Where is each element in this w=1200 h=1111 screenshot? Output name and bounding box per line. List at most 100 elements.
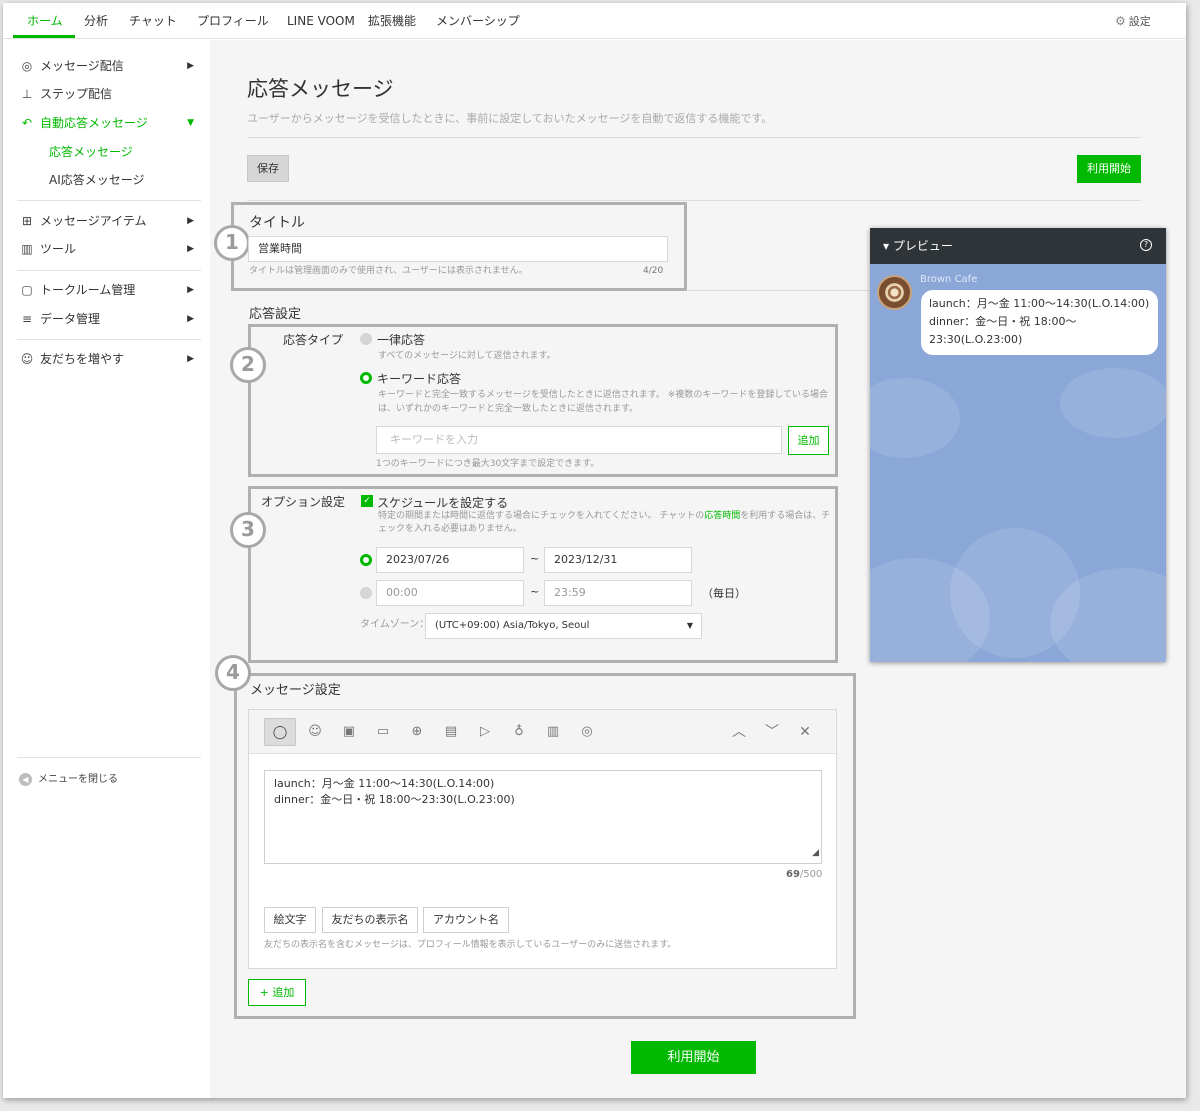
start-date-input[interactable]: 2023/07/26 — [376, 547, 524, 573]
microphone-icon[interactable]: ♁ — [503, 718, 535, 746]
radio-all-response[interactable] — [360, 333, 372, 345]
counter-used: 69 — [786, 869, 800, 880]
option-keyword-response-label[interactable]: キーワード応答 — [377, 370, 461, 387]
radio-time-range[interactable] — [360, 587, 372, 599]
sidebar-item-talk-room[interactable]: ▢ トークルーム管理 ▶ — [19, 280, 194, 300]
header-divider — [247, 137, 1141, 138]
start-using-button-bottom[interactable]: 利用開始 — [631, 1041, 756, 1074]
message-line: dinner：金～日・祝 18:00～23:30(L.O.23:00) — [274, 793, 515, 806]
sidebar-subitem-ai-response[interactable]: AI応答メッセージ — [49, 172, 145, 188]
date-range-separator: ~ — [530, 552, 540, 565]
survey-icon[interactable]: ▥ — [537, 718, 569, 746]
schedule-checkbox-label[interactable]: スケジュールを設定する — [377, 494, 508, 511]
add-message-button[interactable]: + 追加 — [248, 979, 306, 1006]
sticker-icon[interactable]: ☺ — [299, 718, 331, 746]
compass-icon[interactable]: ◎ — [571, 718, 603, 746]
annotation-badge-4: 4 — [215, 655, 251, 691]
end-date-input[interactable]: 2023/12/31 — [544, 547, 692, 573]
preview-header[interactable]: ▾ プレビュー ? — [870, 228, 1166, 264]
timezone-label: タイムゾーン： — [360, 619, 430, 630]
chevron-right-icon: ▶ — [187, 216, 194, 226]
store-icon: ▥ — [21, 242, 33, 256]
start-using-button-top[interactable]: 利用開始 — [1077, 155, 1141, 183]
bubble-line: launch：月～金 11:00～14:30(L.O.14:00) — [929, 297, 1150, 310]
save-button[interactable]: 保存 — [247, 155, 289, 182]
start-time-input[interactable]: 00:00 — [376, 580, 524, 606]
sidebar-item-auto-response[interactable]: ↶ 自動応答メッセージ ▼ — [19, 113, 194, 133]
schedule-checkbox[interactable]: ✓ — [361, 495, 373, 507]
response-time-link[interactable]: 応答時間 — [704, 511, 740, 521]
sidebar-item-label: メッセージアイテム — [40, 214, 147, 228]
chevron-down-icon: ▼ — [686, 621, 693, 630]
add-keyword-button[interactable]: 追加 — [788, 426, 829, 455]
resize-handle-icon[interactable]: ◢ — [812, 845, 819, 861]
background-cloud — [870, 378, 960, 458]
coupon-icon[interactable]: ▭ — [367, 718, 399, 746]
bubble-line: 23:30(L.O.23:00) — [929, 333, 1023, 346]
radio-date-range[interactable] — [360, 554, 372, 566]
option-all-response-label[interactable]: 一律応答 — [377, 331, 425, 348]
tab-membership[interactable]: メンバーシップ — [436, 3, 520, 39]
tab-analytics[interactable]: 分析 — [84, 3, 108, 39]
video-frame-icon[interactable]: ▤ — [435, 718, 467, 746]
sidebar: ◎ メッセージ配信 ▶ ⊥ ステップ配信 ↶ 自動応答メッセージ ▼ 応答メッセージ … — [3, 40, 210, 1098]
insert-hint: 友だちの表示名を含むメッセージは、プロフィール情報を表示しているユーザーのみに送… — [264, 940, 677, 950]
keyword-input[interactable]: キーワードを入力 — [376, 426, 782, 454]
radio-keyword-response[interactable] — [360, 372, 372, 384]
sidebar-item-add-friends[interactable]: ☺ 友だちを増やす ▶ — [19, 349, 194, 369]
settings-label: 設定 — [1128, 15, 1151, 28]
tab-chat[interactable]: チャット — [129, 3, 177, 39]
annotation-badge-2: 2 — [230, 347, 266, 383]
insert-emoji-button[interactable]: 絵文字 — [264, 907, 316, 933]
top-nav: ホーム 分析 チャット プロフィール LINE VOOM 拡張機能 メンバーシッ… — [3, 3, 1186, 39]
sidebar-item-label: ツール — [40, 242, 77, 256]
toolbar-divider — [247, 200, 1141, 201]
sidebar-item-label: メッセージ配信 — [40, 59, 124, 73]
rich-message-icon[interactable]: ⊕ — [401, 718, 433, 746]
sidebar-divider — [17, 270, 201, 271]
message-plus-icon: ⊞ — [21, 214, 33, 228]
sidebar-item-data-management[interactable]: ≡ データ管理 ▶ — [19, 309, 194, 329]
move-up-icon[interactable]: ︿ — [723, 718, 755, 746]
main-content: 応答メッセージ ユーザーからメッセージを受信したときに、事前に設定しておいたメッ… — [210, 40, 1186, 1098]
document-icon: ▢ — [21, 283, 33, 297]
message-settings-heading: メッセージ設定 — [250, 683, 341, 698]
timezone-select[interactable]: (UTC+09:00) Asia/Tokyo, Seoul ▼ — [425, 613, 702, 639]
section-divider — [688, 290, 870, 291]
insert-account-name-button[interactable]: アカウント名 — [423, 907, 509, 933]
insert-friend-name-button[interactable]: 友だちの表示名 — [322, 907, 418, 933]
message-textarea[interactable]: launch：月～金 11:00～14:30(L.O.14:00) dinner… — [264, 770, 822, 864]
sidebar-subitem-response-message[interactable]: 応答メッセージ — [49, 144, 133, 160]
message-line: launch：月～金 11:00～14:30(L.O.14:00) — [274, 777, 495, 790]
time-range-separator: ~ — [530, 585, 540, 598]
tab-line-voom[interactable]: LINE VOOM — [287, 3, 355, 39]
preview-title: プレビュー — [892, 239, 953, 253]
preview-panel: ▾ プレビュー ? Brown Cafe launch：月～金 11:00～14… — [870, 228, 1166, 662]
help-icon[interactable]: ? — [1140, 239, 1152, 251]
chevron-right-icon: ▶ — [187, 244, 194, 254]
chevron-right-icon: ▶ — [187, 285, 194, 295]
chevron-right-icon: ▶ — [187, 61, 194, 71]
app-frame: ホーム 分析 チャット プロフィール LINE VOOM 拡張機能 メンバーシッ… — [3, 3, 1186, 1098]
tab-profile[interactable]: プロフィール — [197, 3, 269, 39]
schedule-hint-line2: ェックを入れる必要はありません。 — [378, 524, 522, 534]
title-input[interactable]: 営業時間 — [248, 236, 668, 262]
tab-home[interactable]: ホーム — [27, 3, 63, 39]
close-menu-button[interactable]: ◀ メニューを閉じる — [19, 772, 118, 788]
option-keyword-hint-line1: キーワードと完全一致するメッセージを受信したときに返信されます。 ※複数のキーワ… — [378, 390, 829, 400]
sidebar-item-message-items[interactable]: ⊞ メッセージアイテム ▶ — [19, 211, 194, 231]
schedule-hint-line1: 特定の期間または時間に返信する場合にチェックを入れてください。 チャットの応答時… — [378, 510, 830, 522]
sidebar-item-tools[interactable]: ▥ ツール ▶ — [19, 239, 194, 259]
sidebar-item-message-delivery[interactable]: ◎ メッセージ配信 ▶ — [19, 56, 194, 76]
image-icon[interactable]: ▣ — [333, 718, 365, 746]
tab-extensions[interactable]: 拡張機能 — [368, 3, 416, 39]
text-message-icon[interactable]: ◯ — [264, 718, 296, 746]
sidebar-item-label: トークルーム管理 — [40, 283, 136, 297]
settings-link[interactable]: ⚙ 設定 — [1115, 3, 1151, 40]
move-down-icon[interactable]: ﹀ — [756, 718, 788, 746]
video-play-icon[interactable]: ▷ — [469, 718, 501, 746]
sidebar-item-step-delivery[interactable]: ⊥ ステップ配信 — [19, 84, 194, 104]
close-icon[interactable]: ✕ — [789, 718, 821, 746]
end-time-input[interactable]: 23:59 — [544, 580, 692, 606]
response-type-label: 応答タイプ — [283, 333, 344, 347]
